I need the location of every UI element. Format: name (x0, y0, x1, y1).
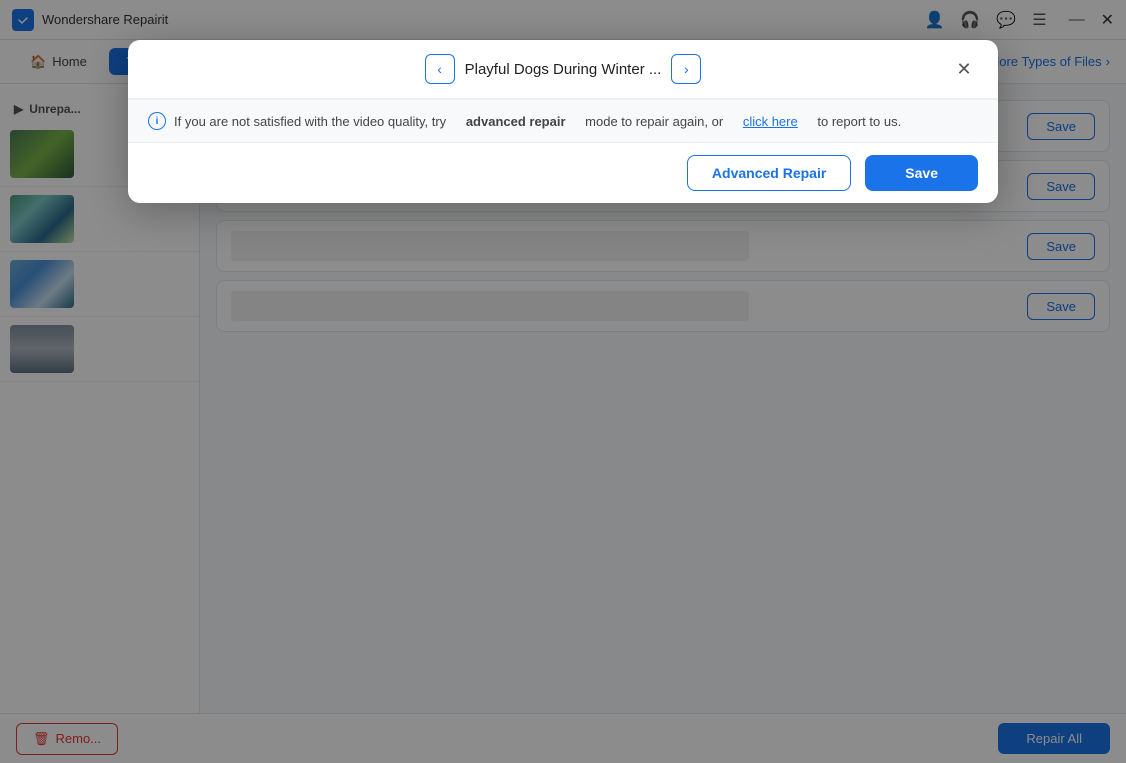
prev-button[interactable]: ‹ (425, 54, 455, 84)
save-modal-button[interactable]: Save (865, 155, 978, 191)
info-bold-text: advanced repair (466, 114, 566, 129)
click-here-link[interactable]: click here (743, 114, 798, 129)
chevron-right-icon: › (684, 61, 689, 77)
modal-info-bar: i If you are not satisfied with the vide… (128, 99, 998, 142)
preview-modal: ‹ Playful Dogs During Winter ... › ✕ (128, 40, 998, 203)
modal-header: ‹ Playful Dogs During Winter ... › ✕ (128, 40, 998, 99)
next-button[interactable]: › (671, 54, 701, 84)
chevron-left-icon: ‹ (437, 61, 442, 77)
modal-footer: Advanced Repair Save (128, 142, 998, 203)
modal-title: Playful Dogs During Winter ... (465, 61, 662, 78)
close-modal-button[interactable]: ✕ (950, 55, 978, 83)
info-icon: i (148, 112, 166, 130)
modal-nav: ‹ Playful Dogs During Winter ... › (176, 54, 950, 84)
modal-overlay: ‹ Playful Dogs During Winter ... › ✕ (0, 0, 1126, 763)
advanced-repair-button[interactable]: Advanced Repair (687, 155, 851, 191)
info-middle: mode to repair again, or (585, 114, 723, 129)
info-prefix: If you are not satisfied with the video … (174, 114, 446, 129)
info-suffix: to report to us. (817, 114, 901, 129)
